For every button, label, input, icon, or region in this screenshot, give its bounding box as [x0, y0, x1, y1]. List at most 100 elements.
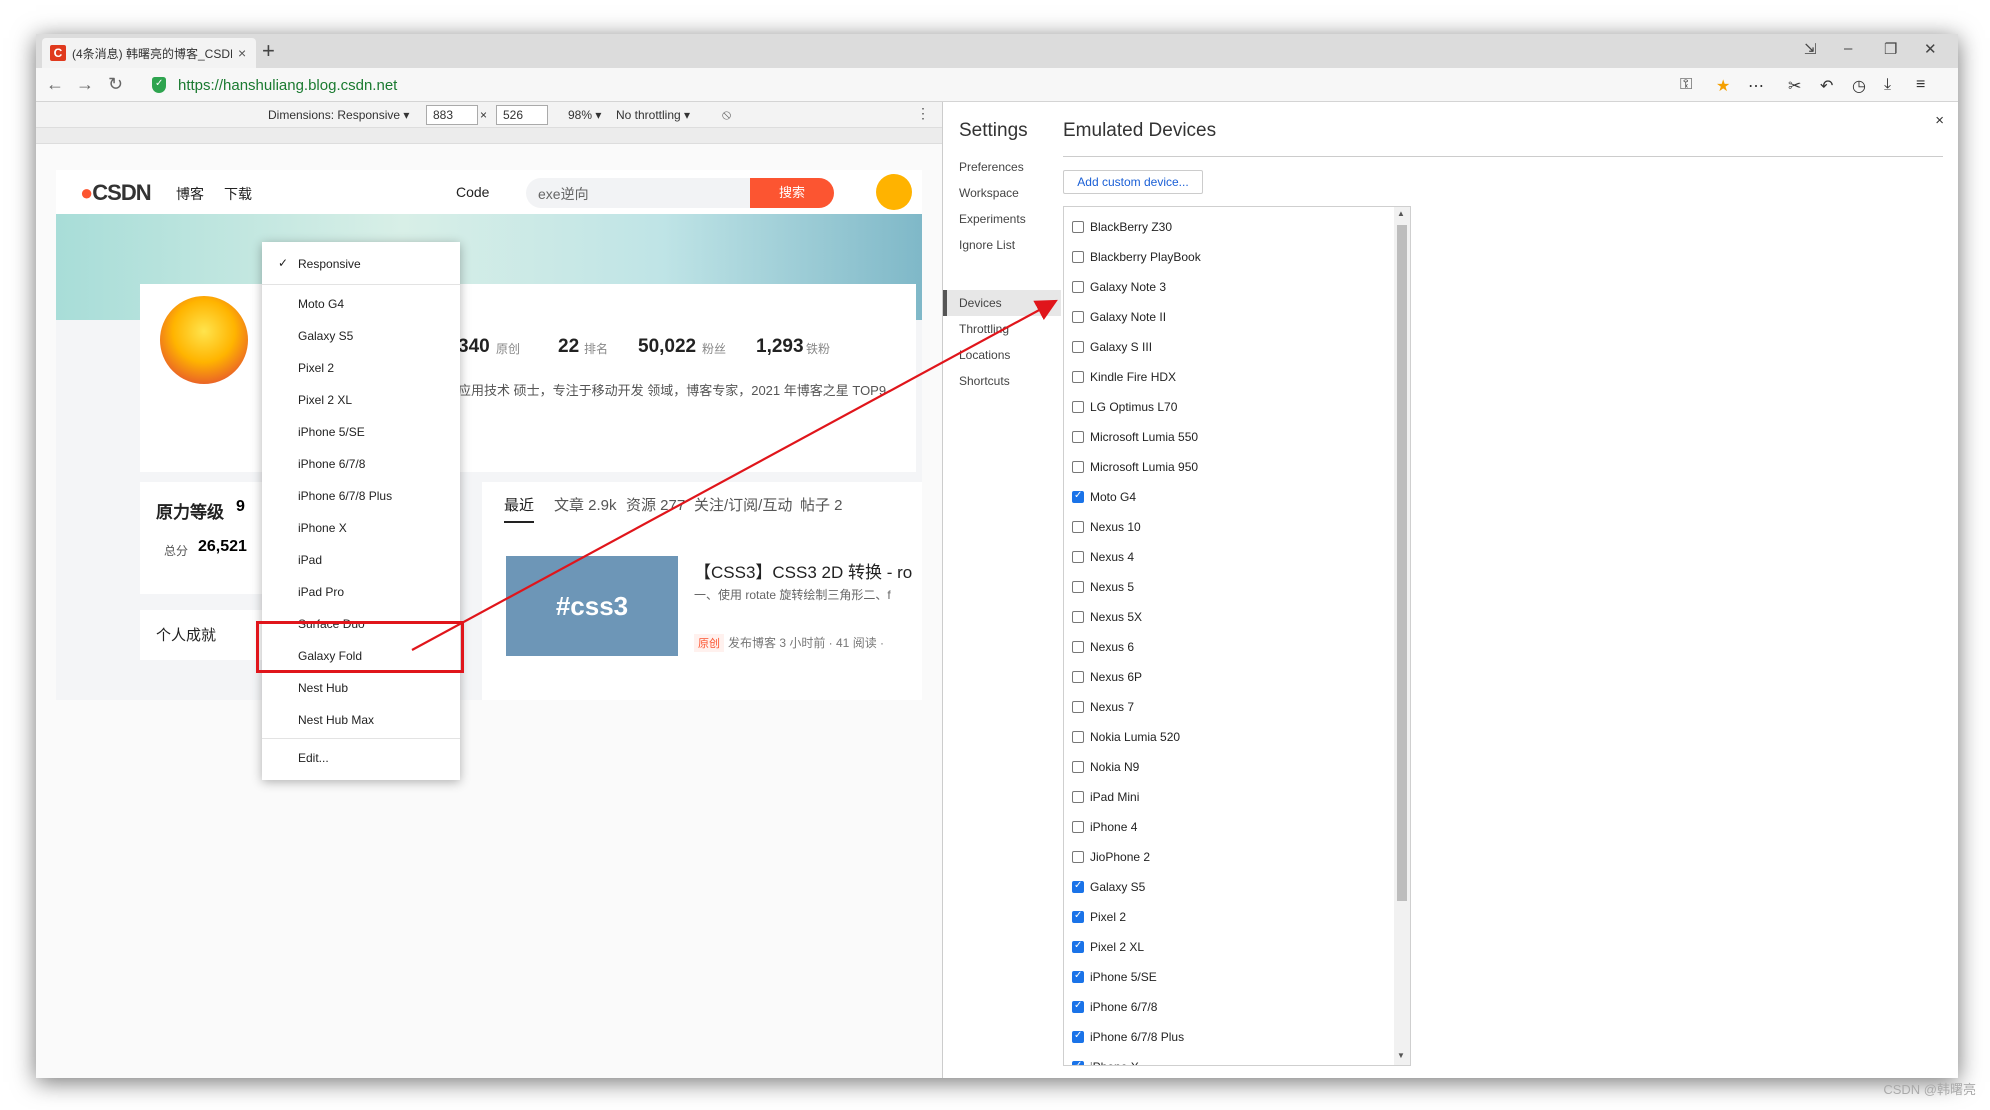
device-row[interactable]: iPhone 4: [1064, 813, 1394, 843]
nav-download[interactable]: 下载: [224, 184, 252, 204]
search-button[interactable]: 搜索: [750, 178, 834, 208]
settings-nav-throttling[interactable]: Throttling: [959, 322, 1009, 336]
more-icon[interactable]: ⋯: [1748, 76, 1764, 96]
device-checkbox[interactable]: [1072, 880, 1084, 893]
browser-tab[interactable]: C (4条消息) 韩曙亮的博客_CSDN ×: [42, 38, 256, 68]
device-row[interactable]: Pixel 2 XL: [1064, 933, 1394, 963]
device-checkbox[interactable]: [1072, 940, 1084, 953]
menu-item-iphone-6-7-8[interactable]: iPhone 6/7/8: [262, 450, 460, 478]
device-checkbox[interactable]: [1072, 521, 1084, 533]
tab-posts[interactable]: 帖子 2: [800, 494, 843, 515]
device-row[interactable]: BlackBerry Z30: [1064, 213, 1394, 243]
article-thumbnail[interactable]: #css3: [506, 556, 678, 656]
tab-follow[interactable]: 关注/订阅/互动: [694, 494, 792, 515]
menu-item-responsive[interactable]: ✓ Responsive: [262, 250, 460, 278]
new-tab-icon[interactable]: +: [262, 38, 275, 64]
device-checkbox[interactable]: [1072, 910, 1084, 923]
device-row[interactable]: Nexus 4: [1064, 543, 1394, 573]
device-row[interactable]: iPhone 6/7/8 Plus: [1064, 1023, 1394, 1053]
device-row[interactable]: JioPhone 2: [1064, 843, 1394, 873]
device-row[interactable]: Galaxy Note 3: [1064, 273, 1394, 303]
device-checkbox[interactable]: [1072, 490, 1084, 503]
tab-close-icon[interactable]: ×: [238, 45, 246, 61]
device-row[interactable]: Nokia N9: [1064, 753, 1394, 783]
download-icon[interactable]: ⤓: [1884, 76, 1891, 94]
width-input[interactable]: 883: [426, 105, 478, 125]
device-checkbox[interactable]: [1072, 581, 1084, 593]
device-checkbox[interactable]: [1072, 671, 1084, 683]
device-row[interactable]: Microsoft Lumia 950: [1064, 453, 1394, 483]
device-checkbox[interactable]: [1072, 221, 1084, 233]
device-row[interactable]: Galaxy Note II: [1064, 303, 1394, 333]
device-checkbox[interactable]: [1072, 641, 1084, 653]
menu-item-iphone-5-se[interactable]: iPhone 5/SE: [262, 418, 460, 446]
scroll-up-icon[interactable]: ▲: [1397, 209, 1405, 218]
device-checkbox[interactable]: [1072, 461, 1084, 473]
settings-nav-experiments[interactable]: Experiments: [959, 212, 1026, 226]
menu-item-ipad-pro[interactable]: iPad Pro: [262, 578, 460, 606]
device-checkbox[interactable]: [1072, 731, 1084, 743]
device-row[interactable]: Kindle Fire HDX: [1064, 363, 1394, 393]
history-icon[interactable]: ◷: [1852, 76, 1866, 96]
device-row[interactable]: Galaxy S III: [1064, 333, 1394, 363]
menu-item-pixel-2-xl[interactable]: Pixel 2 XL: [262, 386, 460, 414]
tab-articles[interactable]: 文章 2.9k: [554, 494, 617, 515]
device-checkbox[interactable]: [1072, 431, 1084, 443]
device-checkbox[interactable]: [1072, 551, 1084, 563]
close-settings-icon[interactable]: ×: [1935, 112, 1944, 129]
device-checkbox[interactable]: [1072, 970, 1084, 983]
settings-nav-ignore-list[interactable]: Ignore List: [959, 238, 1015, 252]
csdn-logo[interactable]: ●CSDN: [80, 180, 152, 206]
device-checkbox[interactable]: [1072, 611, 1084, 623]
device-checkbox[interactable]: [1072, 341, 1084, 353]
throttling-dropdown[interactable]: No throttling ▾: [616, 108, 690, 122]
settings-nav-shortcuts[interactable]: Shortcuts: [959, 374, 1010, 388]
forward-icon[interactable]: →: [76, 74, 94, 95]
tab-recent[interactable]: 最近: [504, 494, 535, 523]
nav-blog[interactable]: 博客: [176, 184, 204, 204]
device-row[interactable]: Blackberry PlayBook: [1064, 243, 1394, 273]
scroll-thumb[interactable]: [1397, 225, 1407, 901]
menu-item-edit[interactable]: Edit...: [262, 744, 460, 772]
nav-code[interactable]: Code: [456, 184, 489, 200]
height-input[interactable]: 526: [496, 105, 548, 125]
device-row[interactable]: Nexus 7: [1064, 693, 1394, 723]
device-row[interactable]: Galaxy S5: [1064, 873, 1394, 903]
tab-resources[interactable]: 资源 277: [626, 494, 685, 515]
device-row[interactable]: Nokia Lumia 520: [1064, 723, 1394, 753]
menu-item-nest-hub[interactable]: Nest Hub: [262, 674, 460, 702]
device-row[interactable]: iPad Mini: [1064, 783, 1394, 813]
url-field[interactable]: https://hanshuliang.blog.csdn.net: [178, 77, 397, 94]
device-row[interactable]: iPhone 6/7/8: [1064, 993, 1394, 1023]
device-row[interactable]: Pixel 2: [1064, 903, 1394, 933]
device-checkbox[interactable]: [1072, 701, 1084, 713]
device-row[interactable]: Nexus 5: [1064, 573, 1394, 603]
zoom-dropdown[interactable]: 98% ▾: [568, 108, 601, 122]
device-row[interactable]: iPhone X: [1064, 1053, 1394, 1065]
key-icon[interactable]: ⚿: [1680, 76, 1692, 94]
pin-icon[interactable]: ⇲: [1804, 40, 1817, 58]
device-row[interactable]: Moto G4: [1064, 483, 1394, 513]
menu-item-moto-g4[interactable]: Moto G4: [262, 290, 460, 318]
menu-item-iphone-6-7-8-plus[interactable]: iPhone 6/7/8 Plus: [262, 482, 460, 510]
rotate-icon[interactable]: ⦸: [722, 106, 731, 123]
toolbar-more-icon[interactable]: ⋮: [916, 105, 930, 122]
close-window-icon[interactable]: ✕: [1924, 40, 1937, 58]
device-list-scrollbar[interactable]: ▲ ▼: [1394, 207, 1410, 1065]
scroll-down-icon[interactable]: ▼: [1397, 1051, 1405, 1060]
device-checkbox[interactable]: [1072, 281, 1084, 293]
device-checkbox[interactable]: [1072, 371, 1084, 383]
undo-icon[interactable]: ↶: [1820, 76, 1833, 96]
reload-icon[interactable]: ↻: [108, 74, 123, 95]
dimensions-dropdown[interactable]: Dimensions: Responsive ▾: [268, 108, 409, 122]
device-checkbox[interactable]: [1072, 1000, 1084, 1013]
settings-nav-locations[interactable]: Locations: [959, 348, 1010, 362]
menu-item-nest-hub-max[interactable]: Nest Hub Max: [262, 706, 460, 734]
cut-icon[interactable]: ✂: [1788, 76, 1801, 96]
device-row[interactable]: LG Optimus L70: [1064, 393, 1394, 423]
menu-item-galaxy-s5[interactable]: Galaxy S5: [262, 322, 460, 350]
device-row[interactable]: Nexus 6P: [1064, 663, 1394, 693]
device-row[interactable]: Nexus 5X: [1064, 603, 1394, 633]
device-checkbox[interactable]: [1072, 401, 1084, 413]
minimize-icon[interactable]: –: [1844, 40, 1852, 57]
